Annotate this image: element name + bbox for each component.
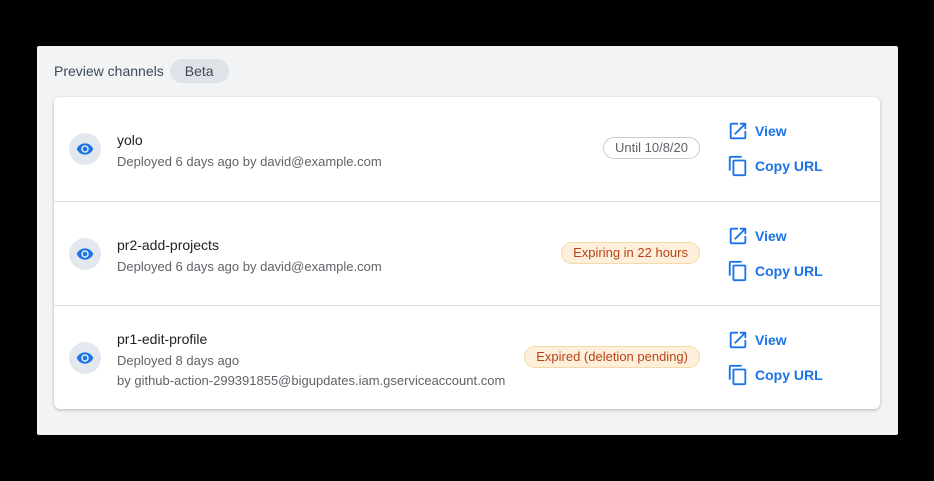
view-link[interactable]: View bbox=[727, 329, 787, 351]
copy-icon bbox=[728, 260, 747, 282]
channel-deploy-info: Deployed 6 days ago by david@example.com bbox=[117, 259, 382, 274]
view-link[interactable]: View bbox=[727, 225, 787, 247]
channel-row: pr2-add-projects Deployed 6 days ago by … bbox=[54, 201, 880, 305]
copy-url-button[interactable]: Copy URL bbox=[727, 364, 823, 386]
preview-channels-panel: Preview channels Beta yolo Deployed 6 da… bbox=[37, 46, 898, 435]
channel-name: pr2-add-projects bbox=[117, 237, 219, 253]
open-in-new-icon bbox=[729, 331, 747, 349]
copy-icon bbox=[728, 364, 747, 386]
panel-header: Preview channels Beta bbox=[54, 59, 229, 83]
channel-info: pr2-add-projects Deployed 6 days ago by … bbox=[117, 236, 382, 276]
copy-url-button[interactable]: Copy URL bbox=[727, 260, 823, 282]
status-badge: Expiring in 22 hours bbox=[561, 242, 700, 264]
copy-url-label: Copy URL bbox=[755, 158, 823, 174]
channel-info: yolo Deployed 6 days ago by david@exampl… bbox=[117, 131, 382, 171]
view-label: View bbox=[755, 123, 787, 139]
view-label: View bbox=[755, 332, 787, 348]
view-link[interactable]: View bbox=[727, 120, 787, 142]
copy-icon bbox=[728, 155, 747, 177]
channel-deployer: by github-action-299391855@bigupdates.ia… bbox=[117, 373, 506, 388]
beta-badge: Beta bbox=[169, 59, 229, 83]
channel-name: pr1-edit-profile bbox=[117, 331, 208, 347]
copy-url-label: Copy URL bbox=[755, 367, 823, 383]
channel-info: pr1-edit-profile Deployed 8 days ago by … bbox=[117, 330, 505, 390]
copy-url-label: Copy URL bbox=[755, 263, 823, 279]
eye-icon bbox=[69, 133, 101, 165]
channel-deploy-info: Deployed 6 days ago by david@example.com bbox=[117, 154, 382, 169]
open-in-new-icon bbox=[729, 227, 747, 245]
channel-row: pr1-edit-profile Deployed 8 days ago by … bbox=[54, 305, 880, 409]
channels-card: yolo Deployed 6 days ago by david@exampl… bbox=[54, 97, 880, 409]
channel-row: yolo Deployed 6 days ago by david@exampl… bbox=[54, 97, 880, 201]
eye-icon bbox=[69, 238, 101, 270]
panel-title: Preview channels bbox=[54, 63, 164, 79]
open-in-new-icon bbox=[729, 122, 747, 140]
channel-name: yolo bbox=[117, 132, 143, 148]
status-badge: Expired (deletion pending) bbox=[524, 346, 700, 368]
eye-icon bbox=[69, 342, 101, 374]
channel-deploy-info: Deployed 8 days ago bbox=[117, 353, 240, 368]
view-label: View bbox=[755, 228, 787, 244]
copy-url-button[interactable]: Copy URL bbox=[727, 155, 823, 177]
status-badge: Until 10/8/20 bbox=[603, 137, 700, 159]
